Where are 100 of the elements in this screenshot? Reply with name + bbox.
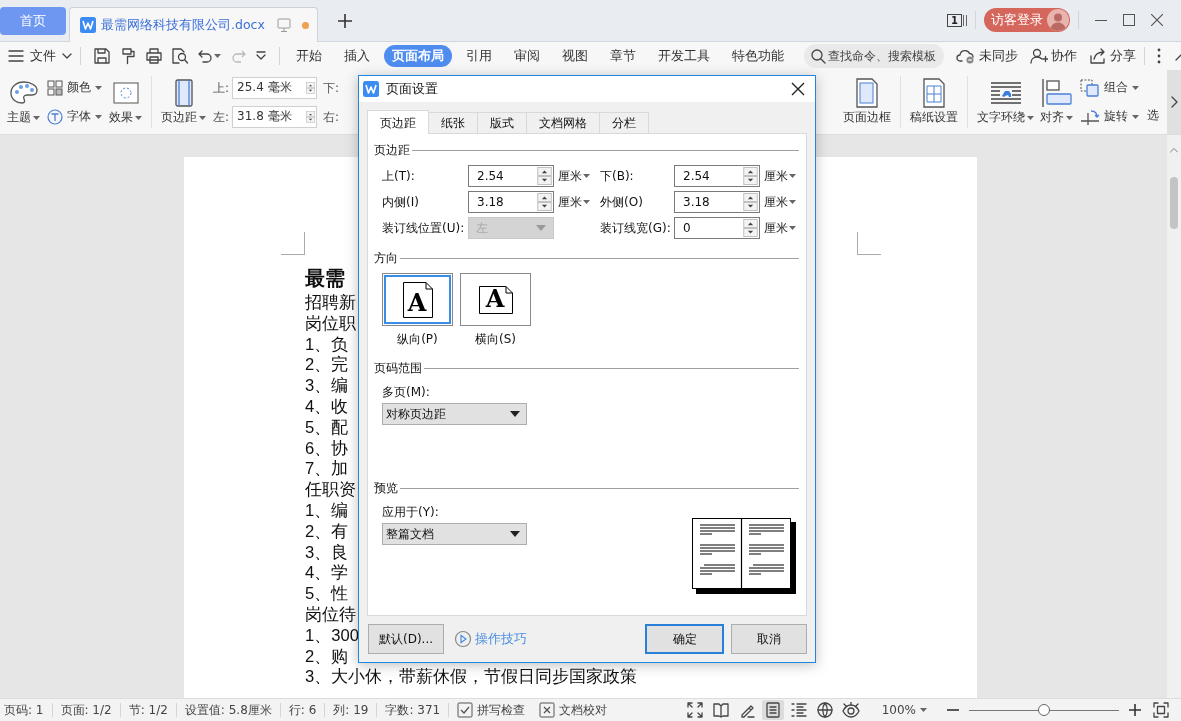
ribbon-tab[interactable]: 开发工具 bbox=[650, 45, 718, 67]
unit-dropdown[interactable]: 厘米 bbox=[554, 193, 600, 211]
status-button[interactable]: 拼写检查 bbox=[457, 701, 526, 719]
ribbon-button[interactable]: 选 bbox=[1143, 70, 1163, 134]
document-line: 6、协 bbox=[305, 438, 349, 460]
scroll-thumb[interactable] bbox=[1170, 177, 1178, 229]
ribbon-button[interactable]: 稿纸设置 bbox=[907, 70, 961, 134]
ribbon-tab[interactable]: 章节 bbox=[602, 45, 644, 67]
ok-button[interactable]: 确定 bbox=[645, 624, 724, 654]
ribbon-button[interactable]: 旋转 bbox=[1080, 107, 1139, 126]
spin-buttons[interactable] bbox=[743, 167, 758, 185]
close-icon bbox=[1151, 14, 1163, 26]
caret-icon bbox=[920, 708, 927, 712]
monitor-icon[interactable] bbox=[277, 18, 291, 32]
ribbon-button[interactable]: 组合 bbox=[1080, 78, 1139, 97]
caret-icon bbox=[33, 116, 40, 120]
scrollbar[interactable] bbox=[1167, 135, 1181, 698]
status-button[interactable]: 文档校对 bbox=[539, 701, 608, 719]
dialog-tab[interactable]: 分栏 bbox=[599, 112, 649, 133]
unit-dropdown[interactable]: 厘米 bbox=[760, 167, 799, 185]
number-field[interactable]: 3.18 bbox=[674, 191, 760, 213]
spin-buttons[interactable] bbox=[743, 219, 758, 237]
document-line: 7、加 bbox=[305, 459, 349, 481]
ribbon-tab[interactable]: 插入 bbox=[336, 45, 378, 67]
margin-field[interactable]: 31.8 毫米 bbox=[232, 105, 318, 128]
plus-icon bbox=[338, 14, 352, 28]
menu-icon bbox=[8, 50, 24, 62]
document-tab[interactable]: 最需网络科技有限公司.docx bbox=[69, 7, 318, 42]
file-menu[interactable]: 文件 bbox=[8, 47, 72, 65]
save-icon[interactable] bbox=[93, 47, 111, 65]
zoom-in-icon[interactable] bbox=[1129, 704, 1141, 716]
spin-buttons[interactable] bbox=[537, 193, 552, 211]
slider-thumb[interactable] bbox=[1038, 704, 1050, 716]
caret-icon bbox=[199, 116, 206, 120]
number-field[interactable]: 2.54 bbox=[674, 165, 760, 187]
book-icon bbox=[712, 702, 729, 718]
field-label: 上: bbox=[213, 79, 230, 97]
caret-icon bbox=[583, 200, 590, 204]
ribbon-tab[interactable]: 视图 bbox=[554, 45, 596, 67]
spin-buttons[interactable] bbox=[537, 167, 552, 185]
unit-dropdown[interactable]: 厘米 bbox=[760, 219, 799, 237]
zoom-dropdown[interactable]: 100% bbox=[881, 703, 927, 717]
search-field[interactable]: 查找命令、搜索模板 bbox=[804, 44, 944, 68]
ribbon-tab[interactable]: 审阅 bbox=[506, 45, 548, 67]
cancel-button[interactable]: 取消 bbox=[731, 624, 807, 654]
eye-icon bbox=[841, 702, 860, 718]
ribbon-button[interactable]: 主题 bbox=[4, 70, 43, 134]
orientation-option[interactable]: A bbox=[460, 273, 531, 326]
toolbar-button[interactable]: 协作 bbox=[1030, 47, 1077, 65]
view-mode-button[interactable] bbox=[761, 700, 784, 720]
outline-icon bbox=[790, 702, 807, 718]
status-text: 行: 6 bbox=[288, 703, 326, 717]
document-line: 2、有 bbox=[305, 521, 349, 543]
document-line: 3、编 bbox=[305, 376, 349, 397]
status-text: 页面: 1/2 bbox=[60, 703, 121, 717]
toolbar-button[interactable]: 分享 bbox=[1089, 47, 1136, 65]
spin-buttons[interactable] bbox=[743, 193, 758, 211]
ribbon-button[interactable]: 对齐 bbox=[1037, 70, 1076, 134]
caret-icon bbox=[789, 174, 796, 178]
unit-dropdown[interactable]: 厘米 bbox=[760, 193, 799, 211]
print-preview-icon[interactable] bbox=[171, 47, 189, 65]
ribbon-button[interactable]: 页面边框 bbox=[840, 70, 894, 134]
fit-window-icon[interactable] bbox=[1153, 702, 1169, 718]
number-field[interactable]: 3.18 bbox=[468, 191, 554, 213]
undo-icon[interactable] bbox=[197, 48, 213, 64]
caret-icon[interactable] bbox=[214, 54, 221, 58]
field-label: 装订线位置(U): bbox=[382, 219, 466, 237]
print-icon[interactable] bbox=[145, 47, 163, 65]
margin-field[interactable]: 25.4 毫米 bbox=[232, 76, 318, 99]
field-label: 上(T): bbox=[382, 167, 416, 185]
checkbox-icon bbox=[457, 702, 474, 718]
more-options-icon[interactable] bbox=[1157, 48, 1161, 64]
section-heading: 页边距 bbox=[374, 141, 410, 159]
dialog-tab[interactable]: 页边距 bbox=[367, 110, 429, 134]
ribbon-button[interactable]: 字体 bbox=[47, 108, 102, 125]
ribbon-button[interactable]: 颜色 bbox=[47, 79, 102, 96]
toolbar-button[interactable]: 未同步 bbox=[956, 47, 1018, 65]
ribbon-tab[interactable]: 特色功能 bbox=[724, 45, 792, 67]
dropdown-arrow-icon bbox=[536, 225, 546, 231]
format-painter-icon[interactable] bbox=[119, 47, 137, 65]
unit-dropdown[interactable]: 厘米 bbox=[554, 167, 600, 185]
cloud-icon bbox=[956, 48, 976, 64]
orientation-option[interactable]: A bbox=[382, 273, 453, 326]
dropdown-field[interactable]: 对称页边距 bbox=[382, 403, 527, 425]
ribbon-tab[interactable]: 引用 bbox=[458, 45, 500, 67]
more-icon[interactable] bbox=[255, 51, 267, 61]
document-line: 招聘新 bbox=[305, 293, 356, 314]
status-text: 设置值: 5.8厘米 bbox=[184, 703, 281, 717]
login-button[interactable]: 访客登录 bbox=[984, 8, 1070, 32]
globe-icon bbox=[816, 702, 833, 718]
dropdown-field[interactable]: 整篇文档 bbox=[382, 523, 527, 545]
app-icon bbox=[363, 81, 379, 97]
ribbon-button[interactable]: 文字环绕 bbox=[974, 70, 1037, 134]
number-field[interactable]: 0 bbox=[674, 217, 760, 239]
default-button[interactable]: 默认(D)... bbox=[368, 624, 444, 654]
number-field[interactable]: 2.54 bbox=[468, 165, 554, 187]
ribbon-button[interactable]: 页边距 bbox=[158, 70, 209, 134]
ribbon-tab[interactable]: 开始 bbox=[288, 45, 330, 67]
document-line: 1、300 bbox=[305, 625, 359, 647]
ribbon-button[interactable]: 效果 bbox=[106, 70, 145, 134]
